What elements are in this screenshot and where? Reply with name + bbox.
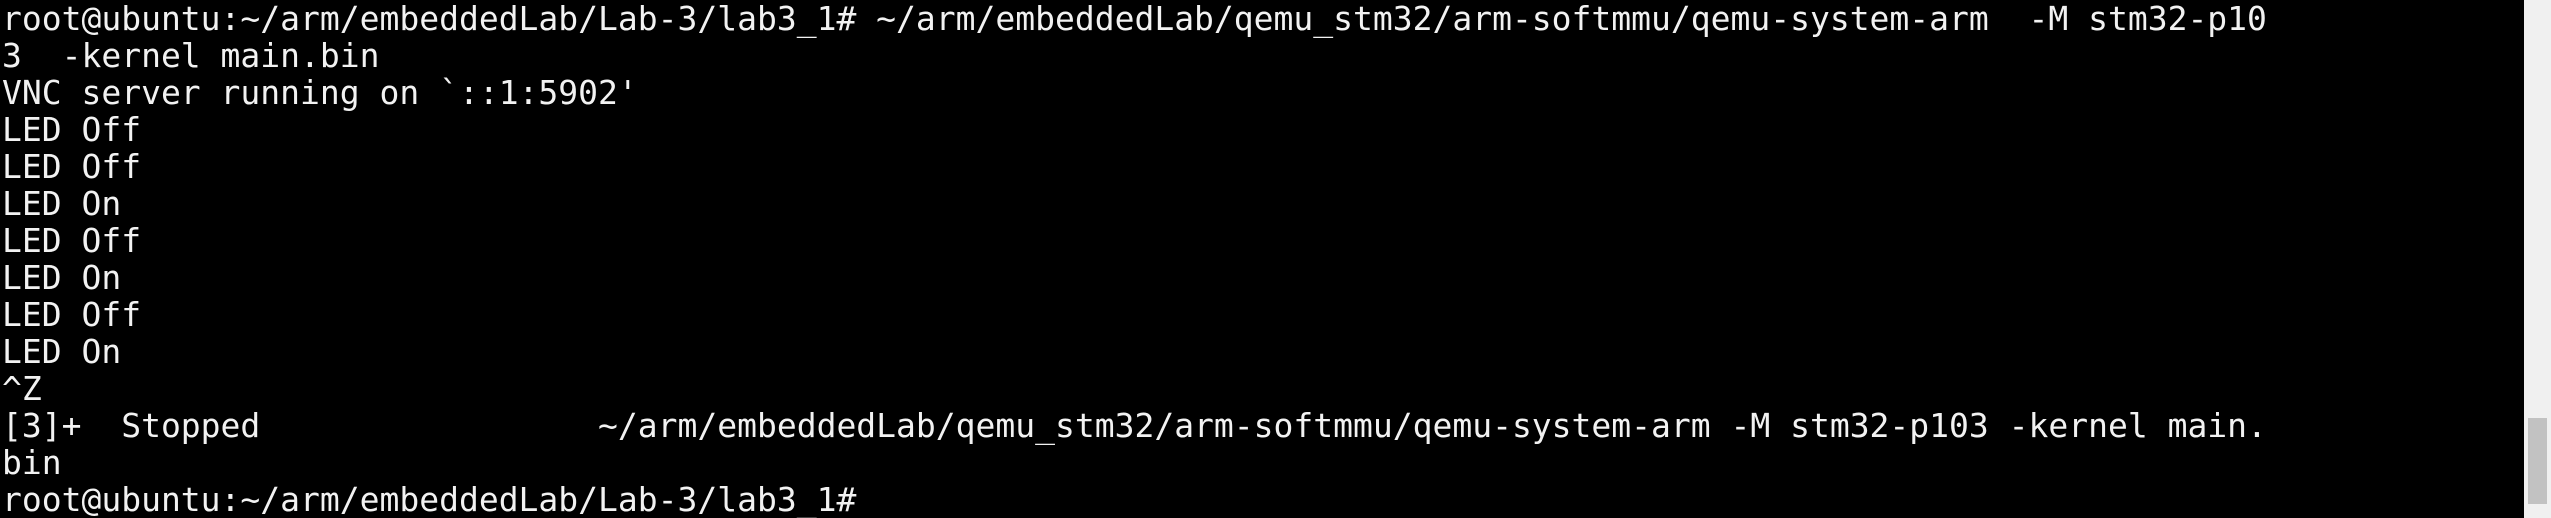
terminal-line-led: LED Off [2, 295, 142, 334]
terminal-line-ctrl-z: ^Z [2, 369, 42, 408]
scrollbar-thumb[interactable] [2528, 418, 2547, 504]
terminal-line-job-stopped: [3]+ Stopped ~/arm/embeddedLab/qemu_stm3… [2, 406, 2267, 445]
terminal-line-command-wrap: 3 -kernel main.bin [2, 36, 380, 75]
terminal-line-command: root@ubuntu:~/arm/embeddedLab/Lab-3/lab3… [2, 0, 2267, 38]
terminal-line-job-stopped-wrap: bin [2, 443, 62, 482]
terminal-line-led: LED Off [2, 221, 142, 260]
terminal-line-prompt[interactable]: root@ubuntu:~/arm/embeddedLab/Lab-3/lab3… [2, 481, 2524, 518]
terminal-line-led: LED On [2, 332, 122, 371]
vertical-scrollbar[interactable] [2524, 0, 2551, 518]
terminal-output: root@ubuntu:~/arm/embeddedLab/Lab-3/lab3… [0, 0, 2524, 518]
terminal-line-led: LED On [2, 184, 122, 223]
terminal-line-led: LED On [2, 258, 122, 297]
terminal-line-led: LED Off [2, 110, 142, 149]
terminal-line-vnc: VNC server running on `::1:5902' [2, 73, 638, 112]
terminal-line-led: LED Off [2, 147, 142, 186]
terminal-window[interactable]: root@ubuntu:~/arm/embeddedLab/Lab-3/lab3… [0, 0, 2524, 518]
